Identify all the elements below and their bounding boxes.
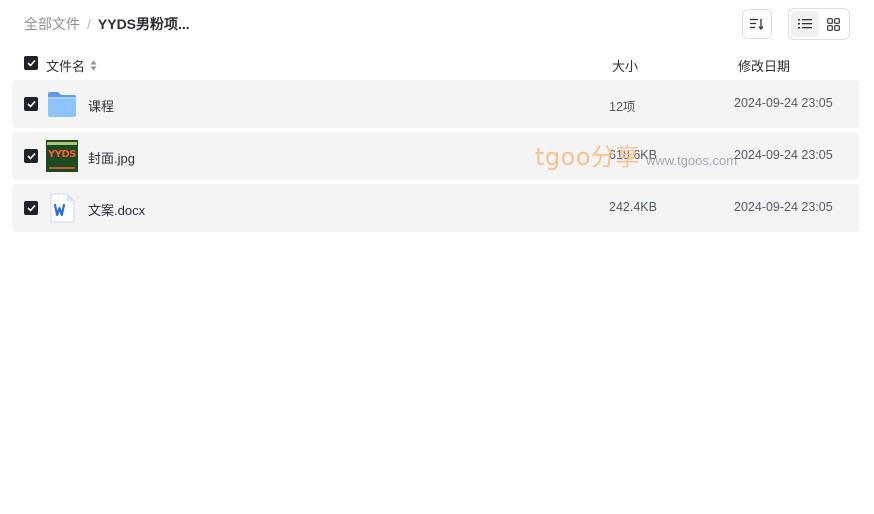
file-size: 242.4KB (609, 200, 657, 214)
file-modified-date: 2024-09-24 23:05 (734, 96, 833, 110)
column-header-size[interactable]: 大小 (612, 56, 638, 75)
image-thumbnail: YYDS (46, 140, 78, 172)
file-row-document[interactable]: 文案.docx 242.4KB 2024-09-24 23:05 (12, 184, 859, 232)
folder-icon (48, 92, 76, 117)
list-view-button[interactable] (791, 11, 819, 37)
breadcrumb-root-link[interactable]: 全部文件 (24, 14, 80, 34)
sort-lines-icon (750, 18, 764, 30)
word-doc-icon (50, 193, 75, 223)
row-checkbox[interactable] (24, 97, 38, 111)
file-name[interactable]: 封面.jpg (88, 148, 135, 167)
column-header-date[interactable]: 修改日期 (738, 56, 790, 75)
grid-view-icon (826, 17, 840, 31)
row-checkbox[interactable] (24, 149, 38, 163)
column-header-name[interactable]: 文件名 (46, 56, 97, 75)
breadcrumb-separator: / (87, 16, 91, 32)
check-icon (26, 59, 36, 67)
view-toggle-group (788, 8, 850, 40)
sort-arrows-icon (90, 60, 97, 71)
file-row-image[interactable]: YYDS 封面.jpg 618.6KB 2024-09-24 23:05 (12, 132, 859, 180)
select-all-checkbox[interactable] (24, 56, 38, 70)
file-name[interactable]: 课程 (88, 96, 114, 115)
breadcrumb: 全部文件 / YYDS男粉项... (24, 14, 190, 34)
file-list: 课程 12项 2024-09-24 23:05 YYDS 封面.jpg 618.… (12, 80, 859, 236)
column-header-name-label: 文件名 (46, 59, 86, 74)
grid-view-button[interactable] (819, 11, 847, 37)
file-name[interactable]: 文案.docx (88, 200, 145, 219)
check-icon (26, 100, 36, 108)
file-size: 618.6KB (609, 148, 657, 162)
thumbnail-text: YYDS (48, 149, 77, 160)
list-view-icon (798, 19, 812, 29)
toolbar (742, 8, 850, 40)
check-icon (26, 152, 36, 160)
file-table-header: 文件名 大小 修改日期 (12, 52, 859, 76)
check-icon (26, 204, 36, 212)
file-size: 12项 (609, 100, 636, 114)
file-modified-date: 2024-09-24 23:05 (734, 148, 833, 162)
sort-button[interactable] (742, 9, 772, 39)
row-checkbox[interactable] (24, 201, 38, 215)
file-modified-date: 2024-09-24 23:05 (734, 200, 833, 214)
file-row-folder[interactable]: 课程 12项 2024-09-24 23:05 (12, 80, 859, 128)
breadcrumb-current-folder: YYDS男粉项... (97, 16, 190, 32)
